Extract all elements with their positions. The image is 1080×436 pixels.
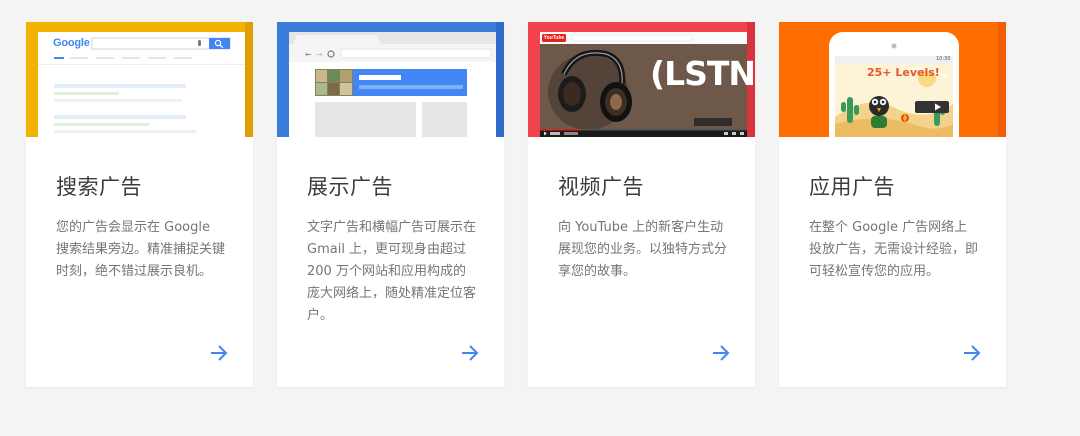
ad-types-grid: Google 搜索广告 您的广告会显示在 Google 搜索结果旁边。精准捕捉关… xyxy=(0,0,1080,436)
google-logo: Google xyxy=(53,37,90,49)
card-description: 在整个 Google 广告网络上投放广告，无需设计经验，即可轻松宣传您的应用。 xyxy=(809,220,979,279)
arrow-right-icon[interactable] xyxy=(208,342,230,364)
card-title: 应用广告 xyxy=(809,175,895,199)
arrow-right-icon[interactable] xyxy=(459,342,481,364)
card-title: 搜索广告 xyxy=(56,175,142,199)
arrow-right-icon[interactable] xyxy=(961,342,983,364)
youtube-logo: YouTube xyxy=(543,35,565,41)
phone-status-time: 10:30 xyxy=(936,56,951,62)
card-video-ads[interactable]: YouTube (LSTN) 视频广告 向 YouTube 上的新客户生动展现您… xyxy=(528,22,755,387)
svg-text:→: → xyxy=(316,50,323,59)
display-ads-illustration: ← → xyxy=(277,22,504,137)
card-description: 您的广告会显示在 Google 搜索结果旁边。精准捕捉关键时刻，绝不错过展示良机… xyxy=(56,220,226,279)
arrow-right-icon[interactable] xyxy=(710,342,732,364)
card-title: 视频广告 xyxy=(558,175,644,199)
video-overlay-text: (LSTN) xyxy=(650,54,755,93)
game-banner-text: 25+ Levels! xyxy=(867,66,940,79)
card-description: 文字广告和横幅广告可展示在 Gmail 上，更可现身由超过 200 万个网站和应… xyxy=(307,220,477,323)
card-description: 向 YouTube 上的新客户生动展现您的业务。以独特方式分享您的故事。 xyxy=(558,220,728,279)
app-ads-illustration: 10:30 25+ Levels! xyxy=(779,22,1006,137)
video-ads-illustration: YouTube (LSTN) xyxy=(528,22,755,137)
card-display-ads[interactable]: ← → 展示广告 文字广告和横幅广告可展示在 Gmail 上，更可现身由超过 2… xyxy=(277,22,504,387)
card-app-ads[interactable]: 10:30 25+ Levels! 应用广告 在整个 Google 广告网络上投… xyxy=(779,22,1006,387)
svg-text:←: ← xyxy=(305,50,312,59)
card-search-ads[interactable]: Google 搜索广告 您的广告会显示在 Google 搜索结果旁边。精准捕捉关… xyxy=(26,22,253,387)
search-ads-illustration: Google xyxy=(26,22,253,137)
card-title: 展示广告 xyxy=(307,175,393,199)
